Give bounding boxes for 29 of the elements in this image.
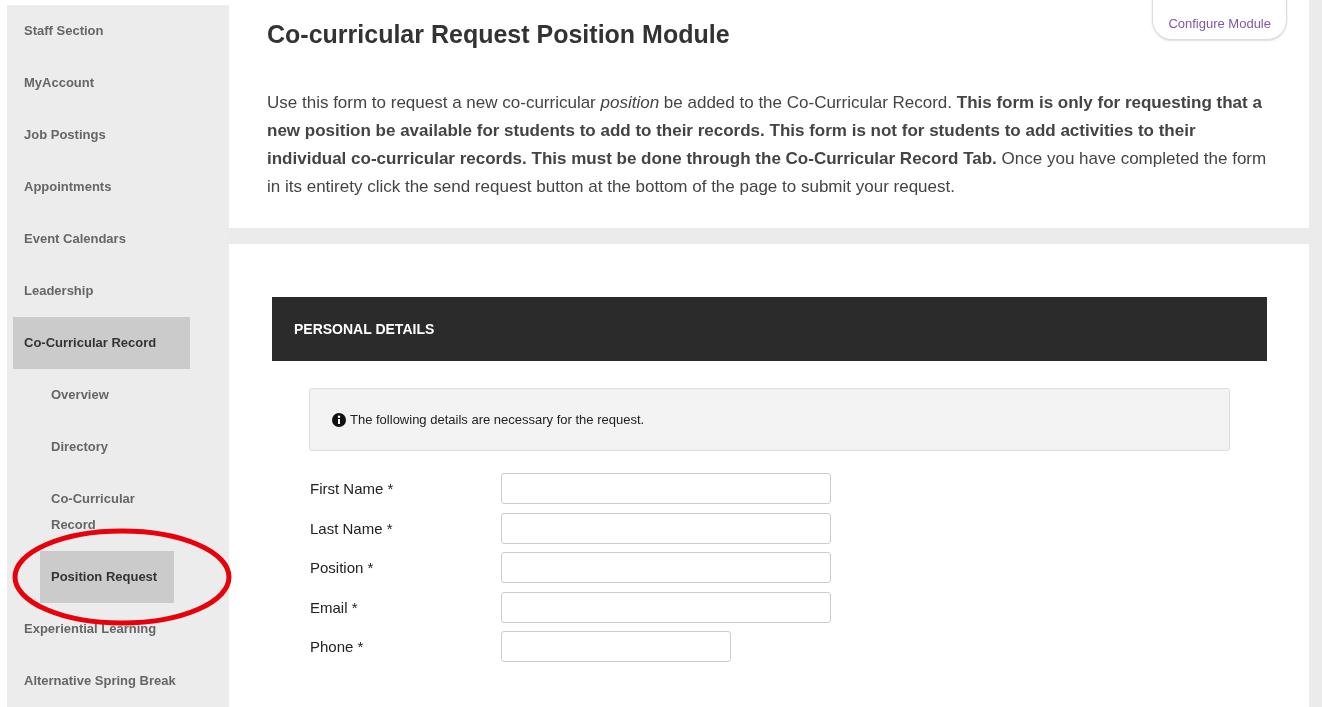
input-field[interactable] [501, 591, 831, 623]
info-icon [332, 412, 346, 427]
input-field[interactable] [501, 631, 731, 662]
sidebar-item[interactable]: Co-Curricular Record [13, 317, 190, 369]
input-field[interactable] [501, 473, 831, 504]
sidebar-item[interactable]: Staff Section [13, 5, 190, 57]
page-title: Co-curricular Request Position Module [267, 20, 730, 49]
sidebar-item[interactable]: Experiential Learning [13, 603, 190, 655]
field-label: Last Name * [310, 519, 394, 537]
sidebar-subitem[interactable]: Overview [40, 369, 174, 421]
field-label: Email * [310, 598, 359, 616]
sidebar-item[interactable]: Alternative Spring Break [13, 655, 190, 707]
section-title: PERSONAL DETAILS [294, 321, 435, 337]
sidebar-subitem[interactable]: Position Request [40, 551, 174, 603]
input-field[interactable] [501, 552, 831, 583]
sidebar-item[interactable]: Appointments [13, 161, 190, 213]
input-field[interactable] [501, 512, 831, 544]
sidebar-item[interactable]: MyAccount [13, 57, 190, 109]
notice-text: The following details are necessary for the request. [350, 412, 645, 427]
sidebar-item[interactable]: Event Calendars [13, 213, 190, 265]
field-label: First Name * [310, 480, 395, 497]
sidebar-item[interactable]: Leadership [13, 265, 190, 317]
field-label: Phone * [310, 638, 365, 655]
sidebar-subitem[interactable]: Co-Curricular Record [40, 473, 174, 551]
sidebar-subitem[interactable]: Directory [40, 421, 174, 473]
configure-module-button[interactable]: Configure Module [1152, 0, 1287, 40]
field-label: Position * [310, 559, 375, 576]
sidebar-item[interactable]: Job Postings [13, 109, 190, 161]
intro-paragraph: Use this form to request a new co-curricular position be added to the Co-Curricular Record. This form is only for requesting that a new position be available for students to add to their records. This form is not for students to add activities to their individual co-curricular records. This must be done through the Co-Curricular Record Tab. Once you have completed the form in its entirety click the send request button at the bottom of the page to submit your request. [267, 92, 1267, 198]
